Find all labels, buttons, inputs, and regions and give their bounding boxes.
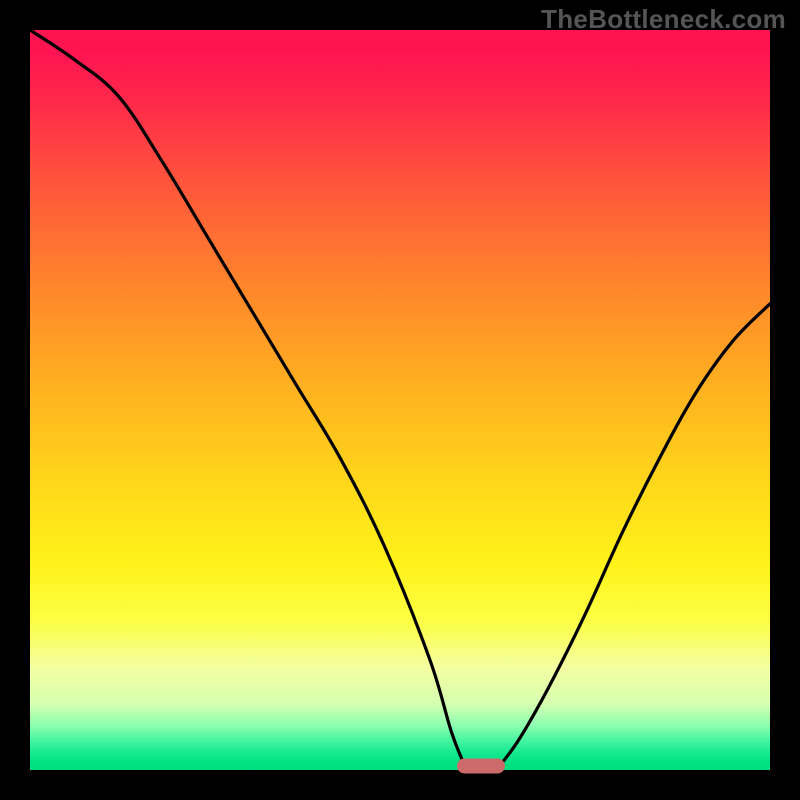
optimal-marker [457, 759, 505, 774]
curve-right [496, 304, 770, 770]
curve-left [30, 30, 467, 770]
watermark-text: TheBottleneck.com [541, 4, 786, 35]
chart-frame: TheBottleneck.com [0, 0, 800, 800]
curve-layer [30, 30, 770, 770]
plot-area [30, 30, 770, 770]
